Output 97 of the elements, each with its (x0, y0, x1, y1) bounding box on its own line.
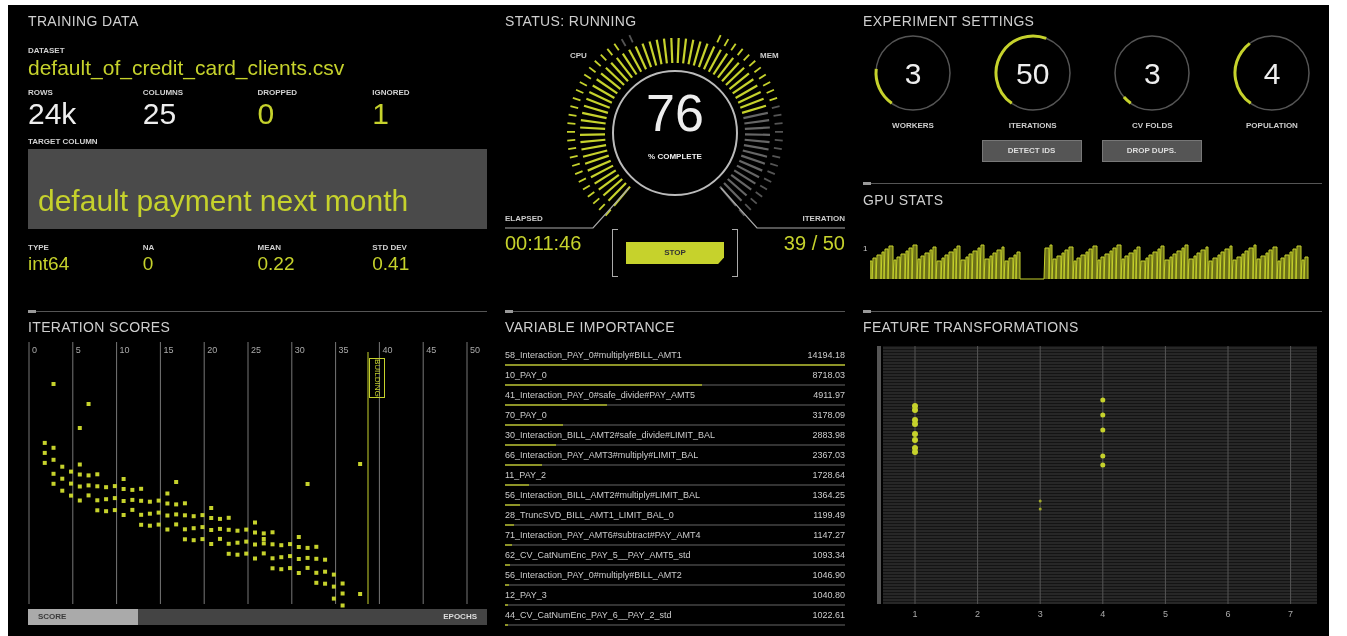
feature-name: 11_PAY_2 (505, 469, 547, 483)
stat-value: 0.22 (257, 253, 296, 275)
importance-value: 1046.90 (812, 569, 845, 583)
axis-label: 0 (32, 344, 37, 357)
bracket-icon (612, 229, 618, 277)
feature-name: 44_CV_CatNumEnc_PAY_6__PAY_2_std (505, 609, 672, 623)
axis-label: 35 (338, 344, 349, 357)
building-marker: BUILDING (369, 358, 385, 398)
axis-label: 10 (119, 344, 130, 357)
importance-value: 1093.34 (812, 549, 845, 563)
feature-name: 41_Interaction_PAY_0#safe_divide#PAY_AMT5 (505, 389, 695, 403)
stat-value: 0 (142, 253, 155, 275)
feature-name: 12_PAY_3 (505, 589, 547, 603)
field-label: TARGET COLUMN (28, 137, 99, 147)
field-label: NA (142, 243, 156, 253)
field-label: DROPPED (257, 88, 299, 98)
field-label: ROWS (28, 88, 54, 98)
dial-value: 4 (1262, 55, 1282, 92)
dial-value: 3 (1142, 55, 1162, 92)
elapsed-label: ELAPSED (505, 214, 544, 224)
progress-label: % COMPLETE (647, 151, 703, 163)
dial-value: 3 (903, 55, 923, 92)
stop-button[interactable]: STOP (626, 242, 724, 264)
axis-label: 45 (426, 344, 437, 357)
action-button[interactable]: DROP DUPS. (1101, 140, 1202, 162)
axis-toggle[interactable]: SCORE (28, 609, 138, 625)
dial-value: 50 (1014, 55, 1051, 92)
feature-name: 56_Interaction_PAY_0#multiply#BILL_AMT2 (505, 569, 682, 583)
axis-label: 4 (1099, 608, 1107, 621)
dial-label: ITERATIONS (1008, 120, 1057, 132)
feature-name: 58_Interaction_PAY_0#multiply#BILL_AMT1 (505, 349, 682, 363)
axis-label: 2 (974, 608, 982, 621)
feature-name: 30_Interaction_BILL_AMT2#safe_divide#LIMIT_BAL (505, 429, 716, 443)
axis-label: 1 (863, 243, 868, 255)
feature-name: 56_Interaction_BILL_AMT2#multiply#LIMIT_BAL (505, 489, 701, 503)
importance-value: 1040.80 (812, 589, 845, 603)
axis-label: 3 (1036, 608, 1044, 621)
importance-value: 2367.03 (812, 449, 845, 463)
dial-label: CV FOLDS (1132, 120, 1173, 132)
feature-name: 70_PAY_0 (505, 409, 547, 423)
field-label: STD DEV (372, 243, 408, 253)
progress-value: 76 (645, 85, 705, 141)
bracket-icon (732, 229, 738, 277)
count-value: 1 (372, 98, 390, 130)
field-label: IGNORED (372, 88, 411, 98)
importance-value: 3178.09 (812, 409, 845, 423)
section-title: GPU STATS (863, 191, 945, 209)
count-value: 0 (257, 98, 276, 130)
axis-label: 5 (75, 344, 81, 357)
axis-label: 50 (470, 344, 480, 357)
axis-label: 5 (1161, 608, 1169, 621)
axis-label: 7 (1287, 608, 1295, 621)
mem-label: MEM (760, 50, 779, 62)
feature-name: 66_Interaction_PAY_AMT3#multiply#LIMIT_BAL (505, 449, 699, 463)
importance-value: 1728.64 (812, 469, 845, 483)
importance-value: 1022.61 (812, 609, 845, 623)
feature-name: 10_PAY_0 (505, 369, 547, 383)
importance-value: 2883.98 (812, 429, 845, 443)
axis-label: 40 (382, 344, 393, 357)
elapsed-time: 00:11:46 (505, 232, 583, 254)
axis-label: 15 (163, 344, 174, 357)
dial-label: WORKERS (892, 120, 934, 132)
importance-value: 1364.25 (812, 489, 845, 503)
axis-label: 30 (294, 344, 305, 357)
axis-label: 1 (911, 608, 919, 621)
action-button[interactable]: DETECT IDS (981, 140, 1082, 162)
iteration-count: 39 / 50 (783, 232, 845, 254)
importance-value: 1147.27 (813, 529, 845, 543)
cpu-label: CPU (570, 50, 587, 62)
count-value: 25 (142, 98, 178, 130)
stat-value: int64 (28, 253, 71, 275)
importance-value: 8718.03 (812, 369, 845, 383)
section-title: TRAINING DATA (28, 12, 140, 30)
axis-label: 25 (251, 344, 261, 357)
section-title: FEATURE TRANSFORMATIONS (863, 318, 1080, 336)
feature-name: 71_Interaction_PAY_AMT6#subtract#PAY_AMT4 (505, 529, 701, 543)
field-label: COLUMNS (142, 88, 185, 98)
feature-name: 62_CV_CatNumEnc_PAY_5__PAY_AMT5_std (505, 549, 691, 563)
section-title: STATUS: RUNNING (505, 12, 638, 30)
importance-value: 14194.18 (807, 349, 845, 363)
field-label: DATASET (28, 46, 66, 56)
section-title: VARIABLE IMPORTANCE (505, 318, 677, 336)
axis-label: 6 (1224, 608, 1232, 621)
importance-value: 4911.97 (813, 389, 845, 403)
target-column-box: default payment next month (28, 149, 487, 229)
dataset-name: default_of_credit_card_clients.csv (28, 56, 346, 80)
field-label: TYPE (28, 243, 50, 253)
feature-name: 28_TruncSVD_BILL_AMT1_LIMIT_BAL_0 (505, 509, 674, 523)
field-label: MEAN (257, 243, 283, 253)
section-title: EXPERIMENT SETTINGS (863, 12, 1036, 30)
count-value: 24k (28, 98, 78, 130)
axis-label: 20 (207, 344, 218, 357)
section-title: ITERATION SCORES (28, 318, 172, 336)
dial-label: POPULATION (1246, 120, 1298, 132)
iteration-label: ITERATION (802, 214, 845, 224)
importance-value: 1199.49 (813, 509, 845, 523)
stat-value: 0.41 (372, 253, 411, 275)
